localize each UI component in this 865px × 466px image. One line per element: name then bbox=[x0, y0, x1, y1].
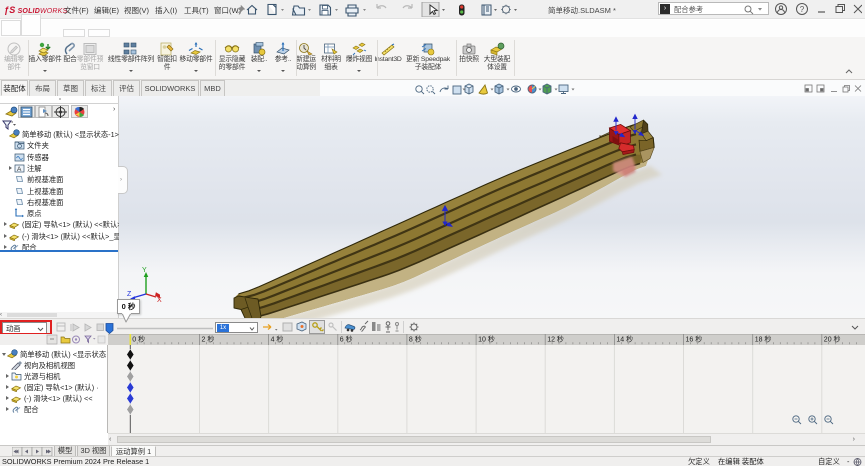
svg-text:14 秒: 14 秒 bbox=[616, 335, 633, 344]
svg-text:20 秒: 20 秒 bbox=[824, 335, 841, 344]
svg-text:A: A bbox=[17, 166, 22, 173]
svg-text:2 秒: 2 秒 bbox=[202, 335, 215, 344]
svg-text:Z: Z bbox=[127, 291, 132, 298]
svg-text:8 秒: 8 秒 bbox=[409, 335, 422, 344]
svg-text:16 秒: 16 秒 bbox=[686, 335, 703, 344]
svg-text:6 秒: 6 秒 bbox=[340, 335, 353, 344]
svg-text:18 秒: 18 秒 bbox=[755, 335, 772, 344]
svg-text:10 秒: 10 秒 bbox=[478, 335, 495, 344]
svg-text:4 秒: 4 秒 bbox=[271, 335, 284, 344]
svg-text:X: X bbox=[157, 297, 162, 304]
svg-text:12 秒: 12 秒 bbox=[547, 335, 564, 344]
svg-text:Y: Y bbox=[142, 267, 147, 274]
svg-text:?: ? bbox=[800, 5, 805, 14]
svg-text:0 秒: 0 秒 bbox=[132, 335, 145, 344]
